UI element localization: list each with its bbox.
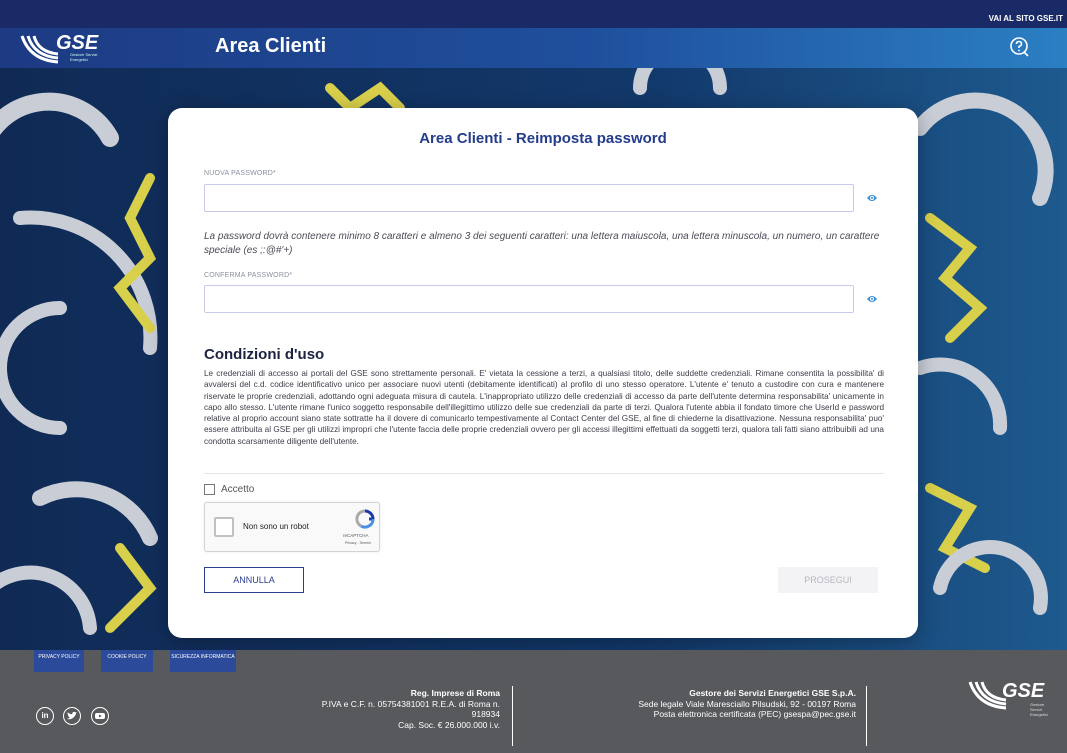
footer-logo-subtitle: Gestore Servizi Energetici [1030,702,1048,717]
footer-logo-text: GSE [1002,680,1045,702]
registration-info: Reg. Imprese di Roma P.IVA e C.F. n. 057… [260,688,500,730]
twitter-icon[interactable] [63,707,81,725]
continue-button[interactable]: PROSEGUI [778,567,878,593]
accept-label[interactable]: Accetto [221,484,254,495]
privacy-policy-link[interactable]: PRIVACY POLICY [34,650,84,672]
conditions-title: Condizioni d'uso [204,346,325,363]
logo-subtitle: Gestore Servizi Energetici [70,52,98,62]
reset-password-card: Area Clienti - Reimposta password NUOVA … [168,108,918,638]
company-info: Gestore dei Servizi Energetici GSE S.p.A… [560,688,856,720]
top-strip: VAI AL SITO GSE.IT [0,0,1067,28]
recaptcha-brand: reCAPTCHA [343,533,369,538]
new-password-label: NUOVA PASSWORD* [204,170,276,177]
cancel-button[interactable]: ANNULLA [204,567,304,593]
registration-line-2: 918934 [471,709,500,719]
header: GSE Gestore Servizi Energetici Area Clie… [0,28,1067,68]
registration-line-1: P.IVA e C.F. n. 05754381001 R.E.A. di Ro… [321,698,500,709]
cookie-policy-link[interactable]: COOKIE POLICY [101,650,153,672]
footer-divider [866,686,867,746]
help-question-icon[interactable] [1007,35,1031,59]
security-link[interactable]: SICUREZZA INFORMATICA [170,650,236,672]
youtube-icon[interactable] [91,707,109,725]
recaptcha-checkbox[interactable] [214,517,234,537]
recaptcha-label: Non sono un robot [243,522,309,531]
confirm-password-label: CONFERMA PASSWORD* [204,272,293,279]
confirm-password-input[interactable] [204,285,854,313]
company-address: Sede legale Viale Maresciallo Pilsudski,… [638,698,856,709]
linkedin-icon[interactable]: in [36,707,54,725]
recaptcha-logo-icon [355,509,375,529]
registration-title: Reg. Imprese di Roma [410,688,500,698]
footer-divider [512,686,513,746]
gse-logo-swoosh-icon [20,35,59,64]
new-password-input[interactable] [204,184,854,212]
recaptcha-links[interactable]: Privacy - Termini [345,541,371,545]
gse-site-link[interactable]: VAI AL SITO GSE.IT [989,14,1063,23]
footer: PRIVACY POLICY COOKIE POLICY SICUREZZA I… [0,650,1067,753]
conditions-text[interactable]: Le credenziali di accesso ai portali del… [204,368,884,474]
accept-checkbox[interactable] [204,484,215,495]
form-title: Area Clienti - Reimposta password [419,130,667,147]
show-password-eye-icon[interactable] [866,193,878,203]
registration-line-3: Cap. Soc. € 26.000.000 i.v. [398,719,500,730]
recaptcha-widget: Non sono un robot reCAPTCHA Privacy - Te… [204,502,380,552]
page-title: Area Clienti [215,35,327,57]
company-pec: Posta elettronica certificata (PEC) gses… [653,709,856,719]
company-title: Gestore dei Servizi Energetici GSE S.p.A… [689,688,856,698]
footer-gse-logo: GSE Gestore Servizi Energetici [968,680,1058,720]
show-confirm-password-eye-icon[interactable] [866,294,878,304]
password-requirements-hint: La password dovrà contenere minimo 8 car… [204,231,880,256]
gse-logo[interactable]: GSE Gestore Servizi Energetici [20,32,110,68]
